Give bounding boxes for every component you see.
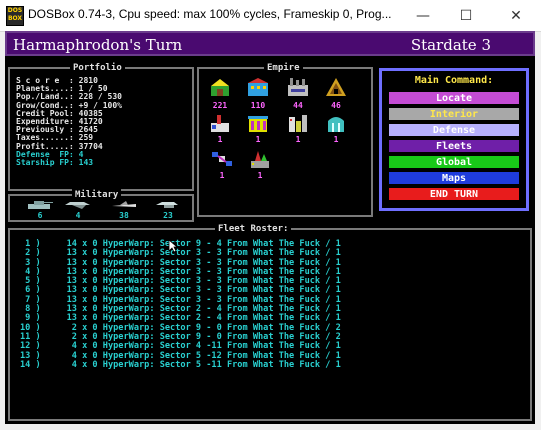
military-count-bomber: 38: [119, 211, 129, 220]
empire-count-military-base: 1: [217, 135, 223, 144]
mouse-cursor-icon: [168, 239, 178, 253]
empire-count-factory: 44: [293, 101, 303, 110]
window-titlebar: DOS BOX DOSBox 0.74-3, Cpu speed: max 10…: [0, 0, 541, 32]
command-end-turn-button[interactable]: END TURN: [388, 187, 520, 201]
portfolio-row: Starship FP: 143: [16, 158, 122, 168]
turn-header: Harmaphrodon's Turn Stardate 3: [5, 31, 535, 56]
close-button[interactable]: ✕: [493, 0, 539, 31]
empire-title: Empire: [264, 62, 303, 74]
empire-panel: Empire 221 110 44 46 1 1 1 1 1 1: [197, 62, 373, 217]
main-command-menu: Main Command: Locate Interior Defense Fleet…: [379, 68, 529, 211]
window-title: DOSBox 0.74-3, Cpu speed: max 100% cycle…: [28, 7, 392, 21]
dosbox-icon: DOS BOX: [6, 6, 24, 26]
portfolio-label: Starship FP:: [16, 158, 79, 168]
fighter-icon[interactable]: [64, 200, 92, 210]
tank-icon[interactable]: [26, 200, 54, 210]
empire-count-mine: 46: [331, 101, 341, 110]
city-icon[interactable]: [287, 113, 309, 133]
empire-count-space-port: 1: [257, 171, 263, 180]
command-global-button[interactable]: Global: [388, 155, 520, 169]
fleet-roster-title: Fleet Roster:: [215, 223, 292, 235]
military-base-icon[interactable]: [209, 113, 231, 133]
military-panel: Military 6 4 38 23: [8, 189, 194, 222]
empire-count-housing: 110: [250, 101, 266, 110]
fleet-row[interactable]: 14 ) 4 x 0 HyperWarp: Sector 5 -11 From …: [20, 360, 341, 370]
empire-count-shield-generator: 1: [333, 135, 339, 144]
portfolio-stats: S c o r e : 2810 Planets....: 1 / 50 Pop./…: [16, 76, 122, 168]
factory-icon[interactable]: [287, 77, 309, 97]
portfolio-title: Portfolio: [70, 62, 125, 74]
command-fleets-button[interactable]: Fleets: [388, 139, 520, 153]
command-interior-button[interactable]: Interior: [388, 107, 520, 121]
empire-count-farm: 221: [212, 101, 228, 110]
game-screen: Harmaphrodon's Turn Stardate 3 Portfolio…: [5, 31, 535, 424]
bomber-icon[interactable]: [110, 200, 138, 210]
command-locate-button[interactable]: Locate: [388, 91, 520, 105]
university-icon[interactable]: [247, 113, 269, 133]
empire-count-satellite: 1: [219, 171, 225, 180]
empire-count-university: 1: [255, 135, 261, 144]
satellite-icon[interactable]: [211, 149, 233, 169]
main-command-title: Main Command:: [414, 75, 494, 86]
fleet-roster-list: 1 ) 14 x 0 HyperWarp: Sector 9 - 4 From …: [20, 239, 341, 370]
farm-icon[interactable]: [209, 77, 231, 97]
stardate: Stardate 3: [410, 36, 491, 54]
maximize-button[interactable]: ☐: [443, 0, 489, 31]
starship-icon[interactable]: [154, 200, 182, 210]
military-count-starship: 23: [163, 211, 173, 220]
shield-generator-icon[interactable]: [325, 113, 347, 133]
housing-icon[interactable]: [247, 77, 269, 97]
empire-count-city: 1: [295, 135, 301, 144]
mine-icon[interactable]: [325, 77, 347, 97]
portfolio-panel: Portfolio S c o r e : 2810 Planets....: 1…: [8, 62, 194, 191]
command-defense-button[interactable]: Defense: [388, 123, 520, 137]
military-count-tank: 6: [37, 211, 43, 220]
command-maps-button[interactable]: Maps: [388, 171, 520, 185]
military-count-fighter: 4: [75, 211, 81, 220]
minimize-button[interactable]: —: [400, 0, 446, 31]
fleet-roster-panel: Fleet Roster: 1 ) 14 x 0 HyperWarp: Sect…: [8, 223, 532, 421]
turn-title: Harmaphrodon's Turn: [13, 36, 183, 54]
portfolio-value: 143: [78, 158, 94, 168]
space-port-icon[interactable]: [249, 149, 271, 169]
